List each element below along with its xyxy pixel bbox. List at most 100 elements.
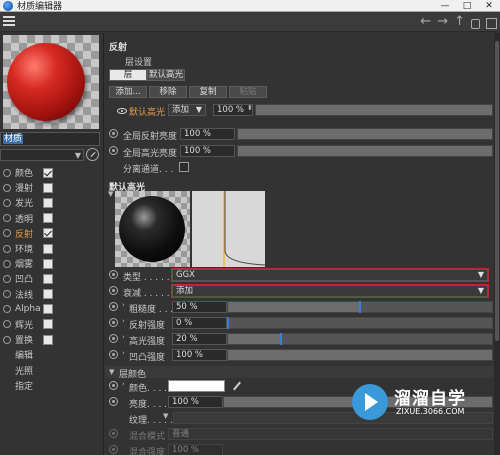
expand-arrow-icon[interactable]: ›	[122, 317, 125, 325]
minimize-button[interactable]: —	[434, 0, 456, 12]
global-reflect-field[interactable]: 100 %	[180, 128, 235, 140]
extra-item[interactable]: 光照	[0, 362, 104, 377]
animate-radio-icon[interactable]	[109, 397, 118, 406]
global-reflect-slider[interactable]	[237, 128, 493, 140]
reflect-strength-slider[interactable]	[227, 317, 493, 329]
spec-strength-slider[interactable]	[227, 333, 493, 345]
animate-radio-icon[interactable]	[109, 286, 118, 295]
expand-arrow-icon[interactable]: ›	[122, 301, 125, 309]
channel-item[interactable]: 发光	[0, 195, 104, 210]
spec-layer-slider[interactable]	[255, 104, 493, 116]
attenuation-dropdown[interactable]: 添加 ▼	[171, 284, 489, 298]
maximize-button[interactable]: □	[456, 0, 478, 12]
channel-checkbox[interactable]	[43, 197, 53, 208]
lock-icon[interactable]	[471, 18, 480, 29]
animate-radio-icon[interactable]	[3, 244, 11, 253]
reflect-strength-field[interactable]: 0 %	[172, 317, 227, 329]
animate-radio-icon[interactable]	[3, 214, 11, 223]
channel-item[interactable]: 烟雾	[0, 256, 104, 271]
extra-item[interactable]: 编辑	[0, 347, 104, 362]
global-spec-slider[interactable]	[237, 145, 493, 157]
channel-item[interactable]: 辉光	[0, 317, 104, 332]
remove-layer-button[interactable]: 移除	[149, 86, 187, 98]
layer-color-header[interactable]: ▼ 层颜色	[105, 366, 494, 380]
channel-checkbox[interactable]	[43, 289, 53, 300]
vertical-scrollbar[interactable]	[494, 33, 500, 455]
preview-dropdown[interactable]: ▼	[0, 149, 84, 161]
eye-icon[interactable]	[117, 108, 127, 114]
extra-item[interactable]: 指定	[0, 378, 104, 393]
animate-radio-icon[interactable]	[109, 270, 118, 279]
up-arrow-icon[interactable]: ↑	[454, 14, 465, 30]
channel-item[interactable]: 反射	[0, 226, 104, 241]
bump-strength-slider[interactable]	[227, 349, 493, 361]
animate-radio-icon[interactable]	[109, 381, 118, 390]
new-window-icon[interactable]	[486, 17, 497, 29]
add-layer-button[interactable]: 添加...	[109, 86, 147, 98]
forward-arrow-icon[interactable]: →	[437, 14, 448, 30]
animate-radio-icon[interactable]	[109, 445, 118, 454]
close-button[interactable]: ✕	[478, 0, 500, 12]
animate-radio-icon[interactable]	[109, 129, 118, 138]
channel-checkbox[interactable]	[43, 334, 53, 345]
animate-radio-icon[interactable]	[3, 274, 11, 283]
animate-radio-icon[interactable]	[109, 146, 118, 155]
expand-arrow-icon[interactable]: ›	[122, 349, 125, 357]
animate-radio-icon[interactable]	[109, 350, 118, 359]
spec-layer-name[interactable]: 默认高光	[129, 105, 165, 118]
roughness-slider[interactable]	[227, 301, 493, 313]
animate-radio-icon[interactable]	[109, 429, 118, 438]
animate-radio-icon[interactable]	[3, 305, 11, 314]
eyedropper-icon[interactable]	[232, 381, 242, 391]
material-name-field[interactable]: 材质	[0, 132, 100, 146]
channel-checkbox[interactable]	[43, 182, 53, 193]
channel-checkbox[interactable]	[43, 319, 53, 330]
paste-layer-button[interactable]: 粘贴	[229, 86, 267, 98]
channel-item[interactable]: 颜色	[0, 165, 104, 180]
channel-item[interactable]: 环境	[0, 241, 104, 256]
copy-layer-button[interactable]: 复制	[189, 86, 227, 98]
channel-checkbox[interactable]	[43, 258, 53, 269]
spec-strength-field[interactable]: 20 %	[172, 333, 227, 345]
channel-checkbox[interactable]	[43, 228, 53, 239]
animate-radio-icon[interactable]	[109, 334, 118, 343]
animate-radio-icon[interactable]	[3, 198, 11, 207]
separate-channels-checkbox[interactable]	[179, 162, 189, 172]
stepper-icon[interactable]: ⬍	[247, 104, 253, 112]
expand-arrow-icon[interactable]: ›	[122, 380, 125, 388]
animate-radio-icon[interactable]	[3, 259, 11, 268]
roughness-field[interactable]: 50 %	[172, 301, 227, 313]
brightness-field[interactable]: 100 %	[168, 396, 223, 408]
channel-item[interactable]: 透明	[0, 211, 104, 226]
animate-radio-icon[interactable]	[3, 320, 11, 329]
animate-radio-icon[interactable]	[109, 302, 118, 311]
chevron-down-icon[interactable]: ▼	[163, 412, 168, 420]
animate-radio-icon[interactable]	[3, 183, 11, 192]
channel-checkbox[interactable]	[43, 167, 53, 178]
type-dropdown[interactable]: GGX ▼	[171, 268, 489, 282]
animate-radio-icon[interactable]	[3, 335, 11, 344]
scrollbar-thumb[interactable]	[495, 41, 499, 341]
hamburger-menu-icon[interactable]	[3, 16, 15, 27]
channel-item[interactable]: 凹凸	[0, 271, 104, 286]
animate-radio-icon[interactable]	[3, 168, 11, 177]
channel-item[interactable]: Alpha	[0, 302, 104, 317]
animate-radio-icon[interactable]	[109, 318, 118, 327]
tab-layer[interactable]: 层	[109, 69, 147, 81]
blend-strength-field[interactable]: 100 %	[168, 444, 223, 455]
expand-arrow-icon[interactable]: ›	[122, 333, 125, 341]
picker-icon[interactable]	[86, 148, 99, 161]
channel-checkbox[interactable]	[43, 273, 53, 284]
channel-checkbox[interactable]	[43, 243, 53, 254]
global-spec-field[interactable]: 100 %	[180, 145, 235, 157]
back-arrow-icon[interactable]: ←	[420, 14, 431, 30]
channel-item[interactable]: 法线	[0, 287, 104, 302]
chevron-down-icon[interactable]: ▼	[108, 190, 113, 198]
bump-strength-field[interactable]: 100 %	[172, 349, 227, 361]
channel-checkbox[interactable]	[43, 304, 53, 315]
tab-default-spec[interactable]: 默认高光	[147, 69, 185, 81]
channel-checkbox[interactable]	[43, 213, 53, 224]
channel-item[interactable]: 漫射	[0, 180, 104, 195]
color-swatch[interactable]	[168, 380, 225, 392]
animate-radio-icon[interactable]	[3, 290, 11, 299]
